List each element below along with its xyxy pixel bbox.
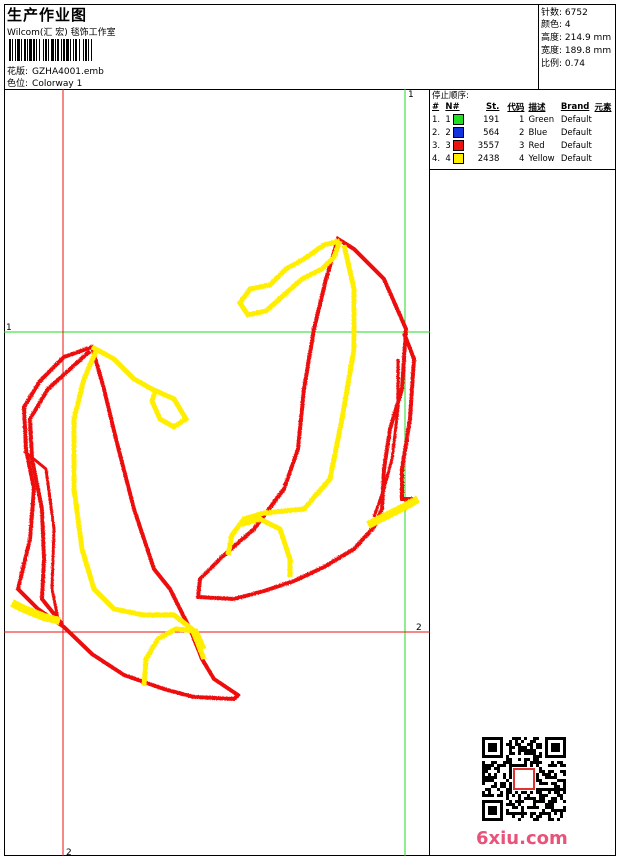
row-stitches: 564 xyxy=(483,127,500,138)
row-desc: Red xyxy=(528,140,545,151)
color-swatch xyxy=(453,114,465,125)
header-panel: 生产作业图 Wilcom(汇 宏) 毯饰工作室 花版: GZHA4001.emb … xyxy=(4,4,539,90)
row-desc: Blue xyxy=(528,127,548,138)
row-needle-value: 1 xyxy=(445,115,451,125)
row-code: 3 xyxy=(519,140,525,151)
row-element xyxy=(594,126,616,139)
row-stitches: 191 xyxy=(483,114,500,125)
row-brand: Default xyxy=(560,153,592,164)
row-brand: Default xyxy=(560,140,592,151)
scale-label: 比例: xyxy=(541,59,563,69)
width-value: 189.8 mm xyxy=(564,46,612,56)
row-desc: Yellow xyxy=(528,153,555,164)
sequence-row: 2. 2 564 2 Blue Default xyxy=(430,126,616,139)
scale-value: 0.74 xyxy=(564,59,585,69)
row-code: 4 xyxy=(519,153,525,164)
color-swatch xyxy=(453,153,465,164)
row-desc: Green xyxy=(528,114,555,125)
colorway-value: Colorway 1 xyxy=(32,79,83,89)
row-element xyxy=(594,139,616,152)
height-value: 214.9 mm xyxy=(564,33,612,43)
height-label: 高度: xyxy=(541,33,563,43)
colors-label: 颜色: xyxy=(541,20,563,30)
row-stitches: 2438 xyxy=(477,153,500,164)
page-title: 生产作业图 xyxy=(7,6,88,24)
right-shoe-heel-line xyxy=(372,359,400,518)
guide-label-red-right: 2 xyxy=(416,623,422,633)
row-code: 2 xyxy=(519,127,525,138)
stats-panel: 针数: 6752 颜色: 4 高度: 214.9 mm 宽度: 189.8 mm… xyxy=(539,4,616,90)
embroidery-design xyxy=(10,235,420,702)
row-needle: 3 xyxy=(445,139,477,152)
row-index: 4. xyxy=(432,153,441,164)
row-brand: Default xyxy=(560,114,592,125)
company-name: Wilcom(汇 宏) 毯饰工作室 xyxy=(7,28,116,38)
scale-row: 比例: 0.74 xyxy=(541,56,585,69)
row-needle: 2 xyxy=(445,126,477,139)
colorway-label: 色位: xyxy=(7,79,29,89)
col-header: 元素 xyxy=(594,102,612,113)
guide-label-red-bottom: 2 xyxy=(66,848,72,856)
guide-label-green-top: 1 xyxy=(408,90,414,100)
sequence-table: # N# St. 代码 描述 Brand 元素 1. 1 191 1 Green… xyxy=(430,100,616,165)
row-element xyxy=(594,152,616,165)
row-needle-value: 2 xyxy=(445,128,451,138)
width-label: 宽度: xyxy=(541,46,563,56)
left-shoe-inner xyxy=(71,350,207,660)
row-stitches: 3557 xyxy=(477,140,500,151)
row-needle-value: 3 xyxy=(445,141,451,151)
barcode xyxy=(9,39,92,61)
row-needle: 4 xyxy=(445,152,477,165)
sequence-header-row: # N# St. 代码 描述 Brand 元素 xyxy=(430,100,616,113)
row-needle: 1 xyxy=(445,113,477,126)
col-header: # xyxy=(432,101,440,112)
col-header: Brand xyxy=(560,101,590,112)
design-canvas: 1 1 2 2 xyxy=(4,89,430,856)
col-header: 描述 xyxy=(528,102,546,113)
qr-code xyxy=(482,737,566,821)
left-shoe-strap xyxy=(90,344,190,430)
row-index: 1. xyxy=(432,114,441,125)
stop-sequence-panel: 停止顺序: # N# St. 代码 描述 Brand 元素 1. 1 191 1… xyxy=(430,89,616,170)
sequence-row: 4. 4 2438 4 Yellow Default xyxy=(430,152,616,165)
sequence-row: 3. 3 3557 3 Red Default xyxy=(430,139,616,152)
right-shoe-toe xyxy=(239,516,293,577)
col-header: 代码 xyxy=(507,102,525,113)
colorway-row: 色位: Colorway 1 xyxy=(7,76,82,89)
sequence-row: 1. 1 191 1 Green Default xyxy=(430,113,616,126)
design-preview: 1 1 2 2 xyxy=(4,89,430,856)
colors-row: 颜色: 4 xyxy=(541,17,571,30)
row-needle-value: 4 xyxy=(445,154,451,164)
colors-value: 4 xyxy=(564,20,571,30)
row-index: 2. xyxy=(432,127,441,138)
color-swatch xyxy=(453,140,465,151)
row-code: 1 xyxy=(519,114,525,125)
row-brand: Default xyxy=(560,127,592,138)
color-swatch xyxy=(453,127,465,138)
row-element xyxy=(594,113,616,126)
col-header: N# xyxy=(445,101,460,112)
guide-label-green-left: 1 xyxy=(6,323,12,333)
row-index: 3. xyxy=(432,140,441,151)
col-header: St. xyxy=(485,101,500,112)
height-row: 高度: 214.9 mm xyxy=(541,30,611,43)
site-watermark: 6xiu.com xyxy=(476,828,568,849)
width-row: 宽度: 189.8 mm xyxy=(541,43,611,56)
